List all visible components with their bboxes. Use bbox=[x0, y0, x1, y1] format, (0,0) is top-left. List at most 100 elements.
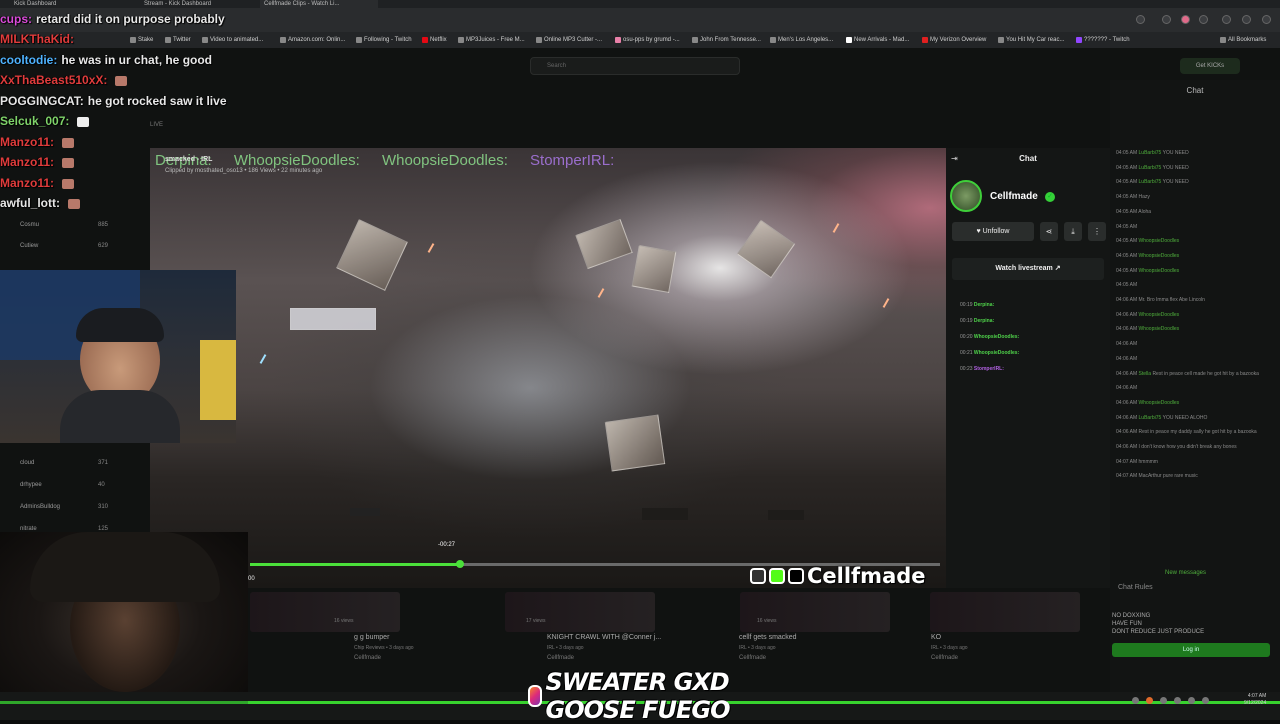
get-kicks-button[interactable]: Get KICKs bbox=[1180, 58, 1240, 74]
tray-icon[interactable] bbox=[1160, 697, 1167, 704]
bookmark[interactable]: Netflix bbox=[422, 33, 447, 47]
chat-username[interactable]: WhoopsieDoodles bbox=[1139, 268, 1180, 274]
chat-username[interactable]: WhoopsieDoodles bbox=[1139, 400, 1180, 406]
bookmark[interactable]: ??????? - Twitch bbox=[1076, 33, 1130, 47]
bookmark[interactable]: John From Tennesse... bbox=[692, 33, 761, 47]
site-chat-line: 04:06 AM I don't know how you didn't bre… bbox=[1116, 444, 1274, 450]
bookmark[interactable]: Video to animated... bbox=[202, 33, 263, 47]
site-chat-line: 04:05 AM bbox=[1116, 224, 1274, 230]
rec-channel[interactable]: Cellfmade bbox=[739, 655, 766, 661]
bookmark[interactable]: You Hit My Car reac... bbox=[998, 33, 1064, 47]
rec-title[interactable]: cellf gets smacked bbox=[739, 634, 797, 641]
sidebar-channel[interactable]: Cutiew 629 bbox=[20, 243, 108, 249]
emote-icon bbox=[68, 198, 80, 209]
menu-icon[interactable] bbox=[1262, 15, 1271, 24]
progress-thumb[interactable] bbox=[456, 560, 464, 568]
chat-timestamp: 04:05 AM bbox=[1116, 282, 1138, 289]
chat-timestamp: 04:05 AM bbox=[1116, 208, 1138, 215]
wifi-icon[interactable] bbox=[1174, 697, 1181, 704]
clip-meta: Clipped by mosthated_oso13 • 186 Views •… bbox=[165, 168, 323, 174]
star-icon[interactable] bbox=[1136, 15, 1145, 24]
tray-icon[interactable] bbox=[1146, 697, 1153, 704]
bookmark[interactable]: Online MP3 Cutter -... bbox=[536, 33, 602, 47]
all-bookmarks[interactable]: All Bookmarks bbox=[1220, 33, 1266, 47]
site-chat-line: 04:06 AM Mr. Bro Imma flex Abe Lincoln bbox=[1116, 297, 1274, 303]
chat-username[interactable]: LuBarbi75 bbox=[1139, 150, 1162, 156]
bookmark[interactable]: Twitter bbox=[165, 33, 191, 47]
chat-username[interactable]: WhoopsieDoodles bbox=[1139, 253, 1180, 259]
battery-icon[interactable] bbox=[1202, 697, 1209, 704]
sidebar-channel[interactable]: Cosmu 885 bbox=[20, 222, 108, 228]
site-chat-title: Chat bbox=[1186, 86, 1204, 95]
chat-username[interactable]: WhoopsieDoodles bbox=[1139, 238, 1180, 244]
browser-tab[interactable]: Stream - Kick Dashboard bbox=[140, 0, 258, 8]
sidebar-channel[interactable]: AdminsBulldog 310 bbox=[20, 504, 108, 510]
video-player[interactable] bbox=[150, 148, 946, 588]
chat-username[interactable]: LuBarbi75 bbox=[1139, 415, 1162, 421]
chat-timestamp: 04:05 AM bbox=[1116, 179, 1138, 186]
clock[interactable]: 4:07 AM 9/12/2024 bbox=[1244, 693, 1266, 707]
chat-username[interactable]: LuBarbi75 bbox=[1139, 165, 1162, 171]
chat-username[interactable]: LuBarbi75 bbox=[1139, 179, 1162, 185]
puzzle-icon[interactable] bbox=[1199, 15, 1208, 24]
unfollow-button[interactable]: ♥ Unfollow bbox=[952, 222, 1034, 241]
chat-timestamp: 04:07 AM bbox=[1116, 458, 1138, 465]
bookmark[interactable]: Men's Los Angeles... bbox=[770, 33, 833, 47]
volume-icon[interactable] bbox=[1188, 697, 1195, 704]
search-input[interactable]: Search bbox=[530, 57, 740, 75]
recommended-thumbnail[interactable] bbox=[930, 592, 1080, 632]
sidebar-channel[interactable]: drhypee 40 bbox=[20, 482, 105, 488]
watch-livestream-button[interactable]: Watch livestream ↗ bbox=[952, 258, 1104, 280]
rec-channel[interactable]: Cellfmade bbox=[931, 655, 958, 661]
recommended-thumbnail[interactable] bbox=[740, 592, 890, 632]
overlay-name: WhoopsieDoodles: bbox=[233, 152, 360, 169]
site-chat-line: 04:06 AM WhoopsieDoodles bbox=[1116, 400, 1274, 406]
bookmark[interactable]: Following - Twitch bbox=[356, 33, 412, 47]
recommended-thumbnail[interactable] bbox=[505, 592, 655, 632]
collapse-icon[interactable]: ⇥ bbox=[951, 154, 958, 163]
tray-icon[interactable] bbox=[1132, 697, 1139, 704]
channel-avatar[interactable] bbox=[950, 180, 982, 212]
chat-title: Chat bbox=[1019, 154, 1037, 163]
rec-sub: IRL • 3 days ago bbox=[739, 645, 776, 651]
profile-icon[interactable] bbox=[1242, 15, 1251, 24]
chat-timestamp: 04:05 AM bbox=[1116, 164, 1138, 171]
browser-tab[interactable]: Kick Dashboard bbox=[10, 0, 128, 8]
rec-views: 17 views bbox=[526, 618, 546, 624]
rec-views: 16 views bbox=[757, 618, 777, 624]
chat-message: 00:21 WhoopsieDoodles: bbox=[960, 350, 1020, 356]
rec-title[interactable]: KO bbox=[931, 634, 941, 641]
chat-username[interactable]: Stella bbox=[1139, 371, 1152, 377]
rec-channel[interactable]: Cellfmade bbox=[354, 655, 381, 661]
bookmark[interactable]: My Verizon Overview bbox=[922, 33, 986, 47]
download-icon[interactable]: ⤓ bbox=[1064, 222, 1082, 241]
sidebar-channel[interactable]: cloud 371 bbox=[20, 460, 108, 466]
overlay-name: StomperIRL: bbox=[530, 152, 615, 169]
chat-username[interactable]: WhoopsieDoodles bbox=[1139, 312, 1180, 318]
bookmark[interactable]: osu-pps by grumd -... bbox=[615, 33, 680, 47]
heart-extension-icon[interactable] bbox=[1181, 15, 1190, 24]
download-icon[interactable] bbox=[1222, 15, 1231, 24]
chat-username[interactable]: WhoopsieDoodles bbox=[1139, 326, 1180, 332]
time-current: 00 bbox=[248, 576, 255, 582]
bookmark[interactable]: Stake bbox=[130, 33, 153, 47]
bookmark[interactable]: New Arrivals - Mad... bbox=[846, 33, 909, 47]
chat-timestamp: 04:05 AM bbox=[1116, 267, 1138, 274]
bookmark[interactable]: Amazon.com: Onlin... bbox=[280, 33, 345, 47]
rec-title[interactable]: g g bumper bbox=[354, 634, 389, 641]
site-chat-line: 04:07 AM hmmmm bbox=[1116, 459, 1274, 465]
share-icon[interactable]: ⋖ bbox=[1040, 222, 1058, 241]
new-messages-button[interactable]: New messages bbox=[1165, 570, 1206, 576]
chat-timestamp: 04:06 AM bbox=[1116, 355, 1138, 362]
bookmark[interactable]: MP3Juices - Free M... bbox=[458, 33, 525, 47]
rec-title[interactable]: KNIGHT CRAWL WITH @Conner j... bbox=[547, 634, 661, 641]
browser-tab-active[interactable]: Cellfmade Clips - Watch Li... bbox=[260, 0, 378, 8]
extension-icon[interactable] bbox=[1162, 15, 1171, 24]
emote-icon bbox=[115, 75, 128, 86]
more-options-icon[interactable]: ⋮ bbox=[1088, 222, 1106, 241]
chat-rules: NO DOXXING HAVE FUN DONT REDUCE JUST PRODU… bbox=[1112, 613, 1205, 635]
channel-name[interactable]: Cellfmade bbox=[990, 191, 1038, 202]
rec-channel[interactable]: Cellfmade bbox=[547, 655, 574, 661]
chat-login-button[interactable]: Log in bbox=[1112, 643, 1270, 657]
recommended-thumbnail[interactable] bbox=[250, 592, 400, 632]
